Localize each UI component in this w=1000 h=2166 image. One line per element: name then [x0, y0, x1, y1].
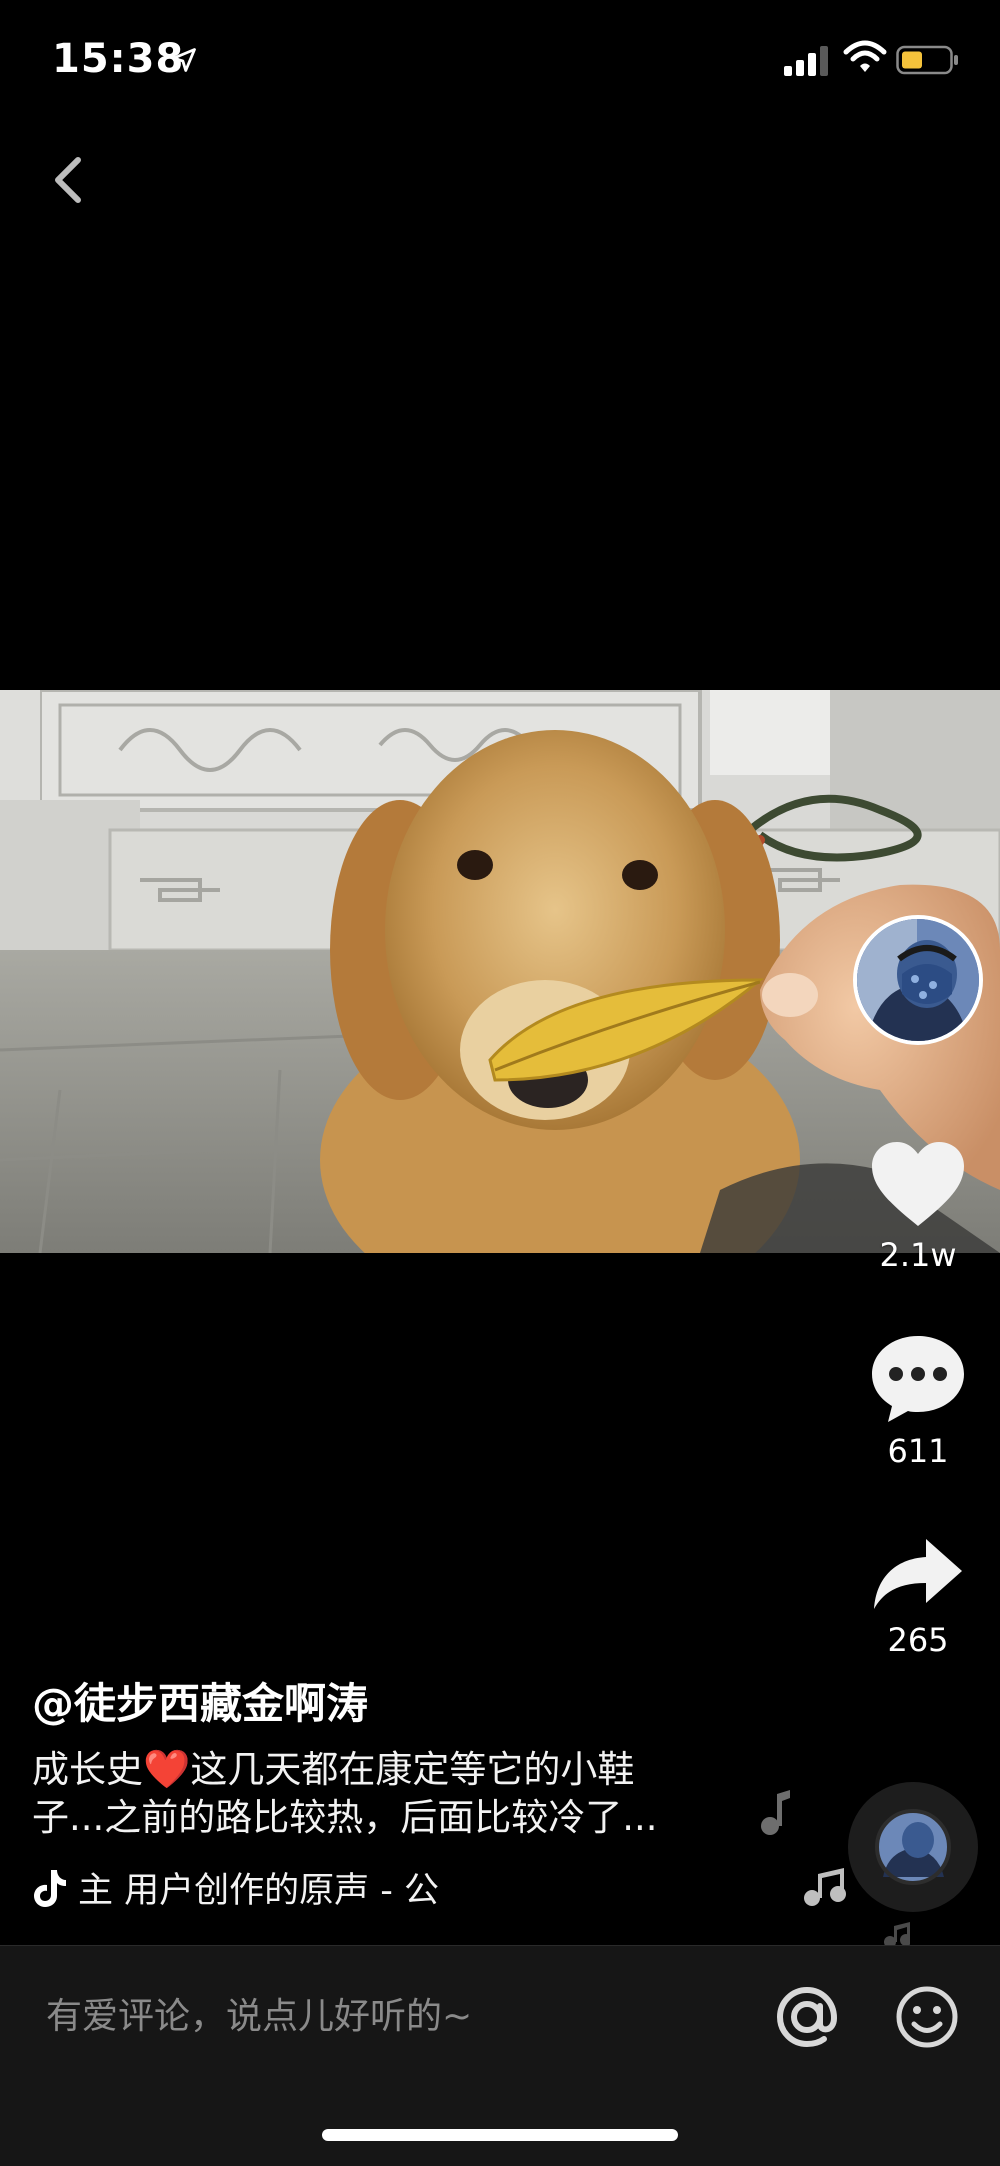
avatar	[857, 919, 979, 1041]
author-name[interactable]: @徒步西藏金啊涛	[32, 1670, 368, 1731]
comment-count: 611	[887, 1432, 949, 1470]
tiktok-note-icon	[34, 1869, 66, 1907]
comment-input[interactable]	[46, 1986, 746, 2046]
status-bar: 15:38	[0, 0, 1000, 120]
comment-bar	[0, 1945, 1000, 2166]
share-count: 265	[887, 1621, 949, 1659]
caption-text-start: 成长史	[32, 1748, 143, 1791]
music-cover-icon	[875, 1809, 951, 1885]
like-count: 2.1w	[879, 1236, 957, 1274]
signal-icon	[784, 46, 828, 76]
mention-button[interactable]	[772, 1982, 842, 2052]
video-player[interactable]	[0, 690, 1000, 1253]
like-button[interactable]: 2.1w	[858, 1140, 978, 1274]
share-button[interactable]: 265	[858, 1535, 978, 1659]
post-caption: 成长史❤️这几天都在康定等它的小鞋 子...之前的路比较热，后面比较冷了...	[32, 1745, 732, 1842]
music-title: 主 用户创作的原声 - 公	[78, 1871, 440, 1911]
heart-icon	[872, 1142, 964, 1226]
smiley-icon	[896, 1986, 958, 2048]
share-arrow-icon	[874, 1539, 962, 1609]
back-button[interactable]	[40, 150, 100, 210]
heart-emoji: ❤️	[143, 1747, 191, 1791]
video-frame-image	[0, 690, 1000, 1253]
emoji-button[interactable]	[892, 1982, 962, 2052]
creator-avatar[interactable]	[853, 915, 983, 1045]
caption-text-end: 这几天都在康定等它的小鞋	[190, 1748, 635, 1791]
music-info[interactable]: 主 用户创作的原声 - 公	[32, 1862, 572, 1912]
caption-line-2: 子...之前的路比较热，后面比较冷了...	[32, 1796, 658, 1839]
wifi-icon	[843, 40, 887, 72]
caption-line-1: 成长史❤️这几天都在康定等它的小鞋	[32, 1745, 732, 1794]
chevron-left-icon	[55, 157, 81, 203]
comment-bubble-icon	[872, 1336, 964, 1422]
home-indicator	[322, 2129, 678, 2141]
battery-icon	[896, 45, 958, 75]
music-disc[interactable]	[848, 1782, 978, 1912]
comment-button[interactable]: 611	[858, 1330, 978, 1470]
status-time: 15:38	[52, 36, 185, 82]
location-arrow-icon	[172, 48, 196, 72]
at-icon	[776, 1986, 838, 2048]
